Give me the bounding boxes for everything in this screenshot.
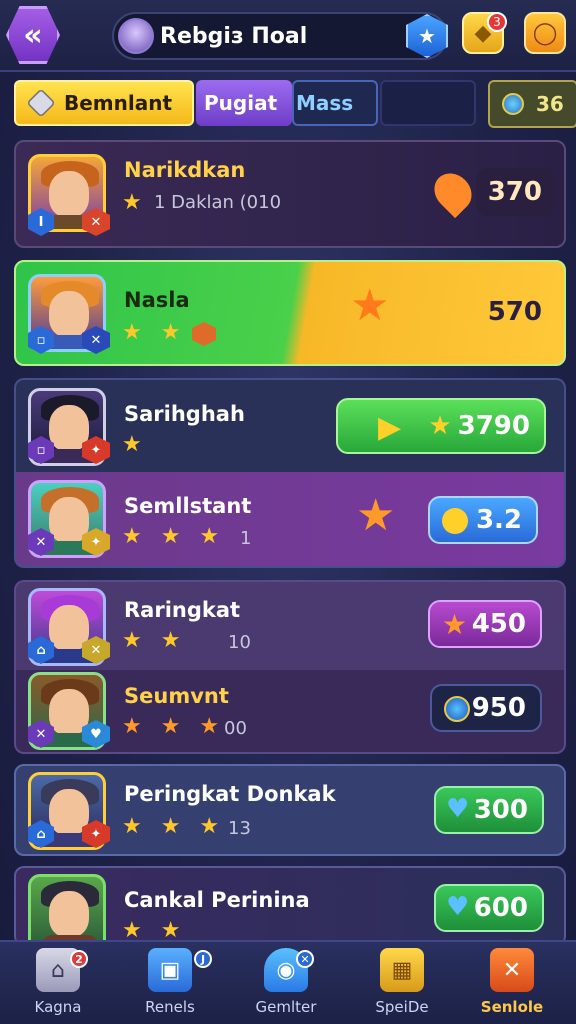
nav-badge: 2 [70, 950, 88, 968]
tab-bemnlant[interactable]: Bemnlant [14, 80, 194, 126]
coin-icon [442, 508, 468, 534]
gem-icon [502, 93, 524, 115]
nav-item-kagna[interactable]: ⌂ Kagna 2 [8, 948, 108, 1024]
profile-icon[interactable]: ◯ [524, 12, 566, 54]
chest-icon: ▦ [380, 948, 424, 992]
player-name: Cankal Perinina [124, 888, 310, 912]
leaderboard-row[interactable]: ✕ ✦ Semllstant ★ ★ ★ 1 ★ 3.2 [14, 472, 566, 568]
star-rating: ★ ★ [122, 320, 187, 345]
leaderboard-row[interactable]: Cankal Perinina ★ ★ ♥ 600 [14, 866, 566, 952]
star-rating: ★ [122, 432, 148, 457]
player-name: Peringkat Donkak [124, 782, 336, 806]
player-name: Sarihghah [124, 402, 245, 426]
player-subtitle: 1 Daklan (010 [154, 192, 282, 213]
player-subtitle: 00 [224, 718, 247, 739]
nav-item-speide[interactable]: ▦ SpeiDe [352, 948, 452, 1024]
star-rating: ★ ★ [122, 628, 187, 653]
player-title-bar: Rebgiз Поаl ★ [112, 12, 448, 60]
crossed-swords-icon: ✕ [490, 948, 534, 992]
player-subtitle: 1 [240, 528, 252, 549]
currency-counter[interactable]: 36 [488, 80, 576, 128]
score-button[interactable]: ♥ 600 [434, 884, 544, 932]
leaderboard-row[interactable]: I ✕ Narikdkan ★ 1 Daklan (010 370 [14, 140, 566, 248]
nav-item-renels[interactable]: ▣ Renels J [120, 948, 220, 1024]
score-button[interactable]: ★ 450 [428, 600, 542, 648]
score-button[interactable]: 950 [430, 684, 542, 732]
gem-icon [444, 696, 470, 722]
tab-diamond-icon [26, 88, 56, 118]
heart-icon: ♥ [446, 892, 470, 922]
player-name: Narikdkan [124, 158, 246, 182]
score-button[interactable]: ♥ 300 [434, 786, 544, 834]
player-name: Semllstant [124, 494, 252, 518]
leaderboard-row[interactable]: ▫ ✦ Sarihghah ★ ▶ ★ 3790 [14, 378, 566, 472]
nav-badge: ✕ [296, 950, 314, 968]
score-value: 370 [476, 168, 556, 216]
bottom-nav: ⌂ Kagna 2 ▣ Renels J ◉ Gemlter ✕ ▦ SpeiD… [0, 940, 576, 1024]
rank-star-icon[interactable]: ★ [406, 14, 448, 58]
tab-pugiat[interactable]: Pugiat [196, 80, 292, 126]
player-name: Raringkat [124, 598, 241, 622]
heart-icon: ♥ [446, 794, 470, 824]
nav-badge: J [194, 950, 212, 968]
back-arrow-icon: « [23, 17, 43, 53]
play-arrow-icon: ▶ [378, 410, 402, 445]
tab-mass[interactable]: Mass [292, 80, 378, 126]
score-button[interactable]: 3.2 [428, 496, 538, 544]
player-subtitle: 10 [228, 632, 251, 653]
nav-item-senlole[interactable]: ✕ Senlole [462, 948, 562, 1024]
bonus-gem-icon [192, 322, 216, 346]
claim-score-button[interactable]: ▶ ★ 3790 [336, 398, 546, 454]
star-icon: ★ [428, 411, 452, 441]
player-subtitle: 13 [228, 818, 251, 839]
leaderboard-row[interactable]: ⌂ ✦ Peringkat Donkak ★ ★ ★ 13 ♥ 300 [14, 764, 566, 856]
leaderboard-row[interactable]: ⌂ ✕ Raringkat ★ ★ 10 ★ 450 [14, 580, 566, 670]
back-button[interactable]: « [6, 6, 60, 64]
big-star-icon: ★ [356, 490, 396, 541]
player-name: Seumvnt [124, 684, 229, 708]
top-bar: « Rebgiз Поаl ★ ◆ 3 ◯ [0, 0, 576, 72]
star-rating: ★ [122, 190, 148, 215]
player-name: Nasla [124, 288, 190, 312]
notification-badge: 3 [487, 12, 507, 32]
big-star-icon: ★ [350, 280, 390, 331]
leaderboard-row[interactable]: ✕ ♥ Seumvnt ★ ★ ★ 00 950 [14, 670, 566, 754]
player-avatar-icon [118, 18, 154, 54]
star-rating: ★ ★ ★ [122, 524, 226, 549]
cards-icon: ▣ [148, 948, 192, 992]
location-pin-icon [426, 165, 480, 219]
leaderboard-row-highlight[interactable]: ▫ ✕ Nasla ★ ★ ★ 570 [14, 260, 566, 366]
score-value: 570 [487, 297, 542, 327]
page-title: Rebgiз Поаl [160, 24, 308, 49]
star-rating: ★ ★ ★ [122, 714, 226, 739]
nav-item-gemlter[interactable]: ◉ Gemlter ✕ [236, 948, 336, 1024]
star-rating: ★ ★ ★ [122, 814, 226, 839]
tab-empty[interactable] [380, 80, 476, 126]
star-icon: ★ [442, 608, 468, 641]
